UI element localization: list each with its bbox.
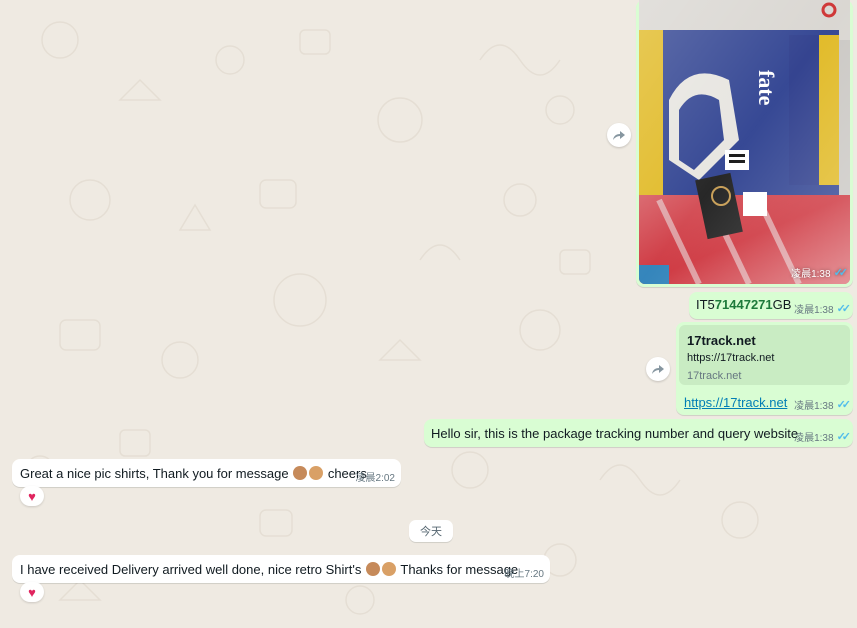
incoming-message-2[interactable]: I have received Delivery arrived well do… [12, 555, 550, 583]
link-time: 凌晨1:38 [794, 401, 834, 412]
reply2-text: I have received Delivery arrived well do… [20, 562, 518, 577]
heart-icon: ♥ [28, 584, 36, 600]
image-time: 凌晨1:38 [791, 269, 831, 280]
tracking-suffix: GB [772, 297, 792, 312]
tracking-timestamp: 凌晨1:38 ✓✓ [794, 301, 852, 316]
greeting-text: Hello sir, this is the package tracking … [431, 426, 799, 441]
image-message[interactable]: fate 凌晨1:38 ✓✓ [636, 0, 853, 287]
reaction-heart-2[interactable]: ♥ [20, 582, 44, 602]
reply2-text-after: Thanks for message [400, 562, 519, 577]
link-preview-domain: 17track.net [687, 370, 742, 382]
reply1-time: 凌晨2:02 [355, 473, 395, 484]
thumbs-up-icon [293, 466, 308, 480]
package-photo: fate [639, 0, 850, 284]
reply1-timestamp: 凌晨2:02 [356, 469, 395, 484]
double-check-icon: ✓✓ [833, 267, 849, 279]
tracking-time: 凌晨1:38 [794, 305, 834, 316]
ok-hand-icon [381, 562, 396, 576]
double-check-icon: ✓✓ [836, 399, 852, 411]
tracking-website-link[interactable]: https://17track.net [684, 395, 787, 410]
forward-button-preview[interactable] [646, 357, 670, 381]
forward-icon [613, 131, 625, 140]
double-check-icon: ✓✓ [836, 303, 852, 315]
link-preview-title: 17track.net [687, 333, 756, 348]
reply2-timestamp: 晚上7:20 [505, 565, 544, 580]
forward-icon [652, 365, 664, 374]
forward-button[interactable] [607, 123, 631, 147]
link-timestamp: 凌晨1:38 ✓✓ [794, 397, 852, 412]
tracking-prefix: IT5 [696, 297, 715, 312]
reaction-heart-1[interactable]: ♥ [20, 486, 44, 506]
thumbs-up-icon [365, 562, 380, 576]
image-timestamp: 凌晨1:38 ✓✓ [791, 265, 849, 280]
reply2-text-before: I have received Delivery arrived well do… [20, 562, 362, 577]
greeting-message[interactable]: Hello sir, this is the package tracking … [424, 419, 853, 447]
tracking-number-message[interactable]: IT571447271GB 凌晨1:38 ✓✓ [689, 292, 853, 319]
reply2-time: 晚上7:20 [504, 569, 544, 580]
tracking-number-text: IT571447271GB [696, 297, 791, 312]
reply1-text: Great a nice pic shirts, Thank you for m… [20, 466, 367, 481]
link-preview-url: https://17track.net [687, 352, 775, 364]
greeting-time: 凌晨1:38 [794, 433, 834, 444]
link-preview-card[interactable]: 17track.net https://17track.net 17track.… [679, 325, 850, 385]
tracking-number-bold: 71447271 [714, 297, 773, 312]
date-divider-label: 今天 [420, 526, 442, 538]
reply1-text-before: Great a nice pic shirts, Thank you for m… [20, 466, 289, 481]
incoming-message-1[interactable]: Great a nice pic shirts, Thank you for m… [12, 459, 401, 487]
link-message[interactable]: 17track.net https://17track.net 17track.… [676, 322, 853, 415]
image-thumbnail[interactable]: fate 凌晨1:38 ✓✓ [639, 0, 850, 284]
greeting-timestamp: 凌晨1:38 ✓✓ [794, 429, 852, 444]
date-divider: 今天 [409, 520, 453, 542]
heart-icon: ♥ [28, 488, 36, 504]
double-check-icon: ✓✓ [836, 431, 852, 443]
ok-hand-icon [309, 466, 324, 480]
